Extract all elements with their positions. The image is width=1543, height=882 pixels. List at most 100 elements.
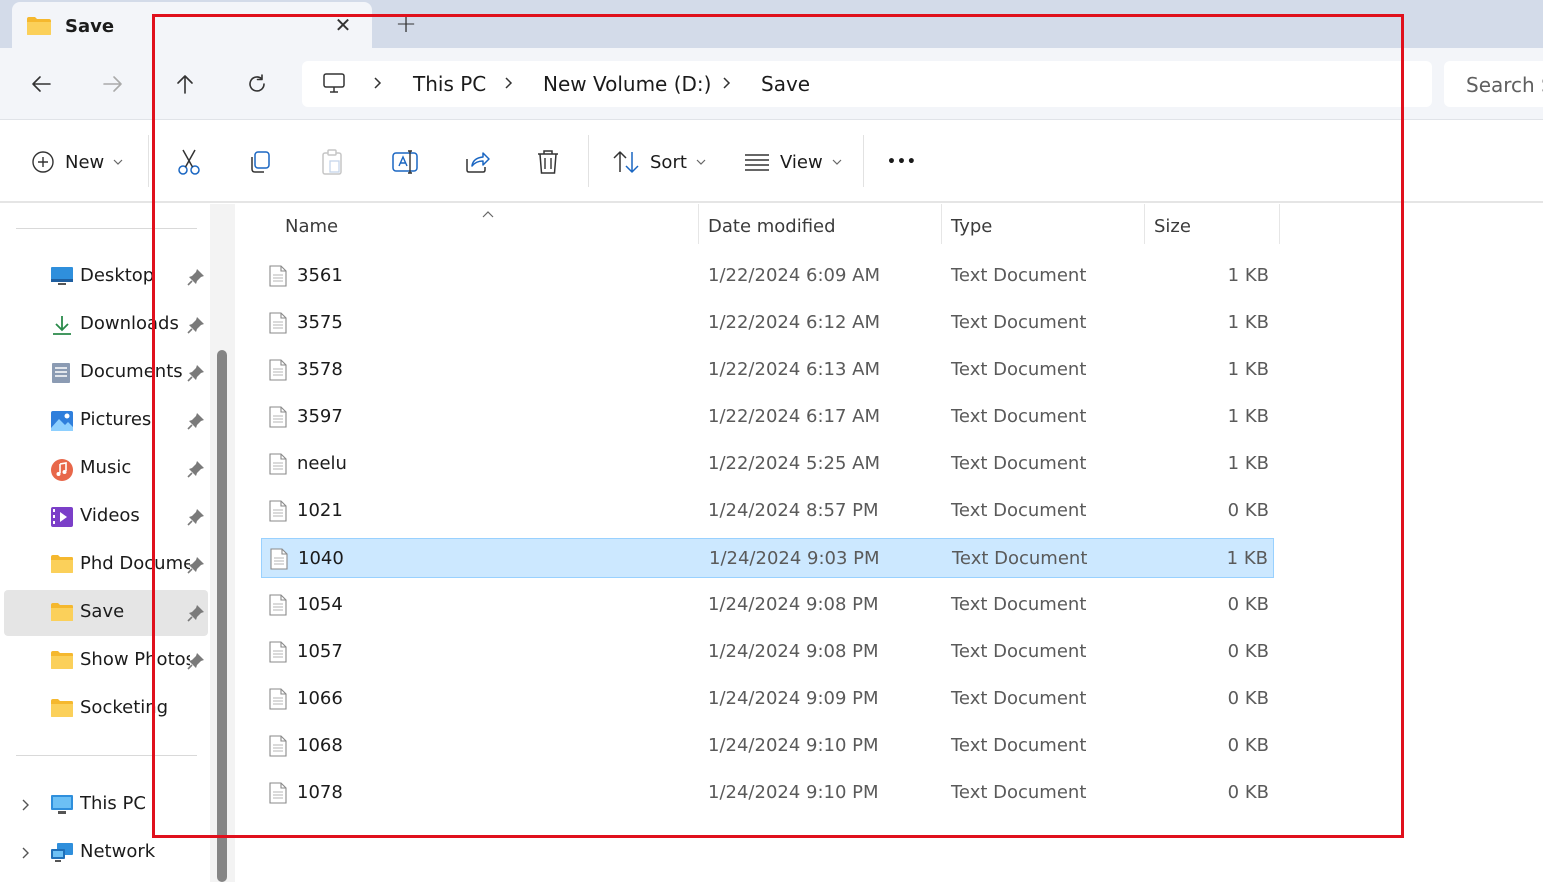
- file-row[interactable]: 1040 1/24/2024 9:03 PM Text Document 1 KB: [261, 538, 1274, 578]
- file-row[interactable]: 1066 1/24/2024 9:09 PM Text Document 0 KB: [261, 679, 1274, 719]
- column-divider[interactable]: [1279, 204, 1280, 244]
- file-date-modified: 1/24/2024 9:10 PM: [708, 735, 879, 756]
- file-type: Text Document: [951, 641, 1087, 662]
- file-row[interactable]: 1057 1/24/2024 9:08 PM Text Document 0 KB: [261, 632, 1274, 672]
- sidebar-item-videos[interactable]: Videos: [4, 494, 208, 540]
- file-row[interactable]: 3578 1/22/2024 6:13 AM Text Document 1 KB: [261, 350, 1274, 390]
- chevron-right-icon[interactable]: [372, 73, 388, 93]
- up-button[interactable]: [169, 68, 201, 100]
- column-header-size[interactable]: Size: [1154, 216, 1191, 237]
- copy-icon: [251, 151, 270, 173]
- file-size: 1 KB: [1227, 265, 1269, 286]
- text-file-icon: [269, 735, 287, 757]
- pin-icon[interactable]: [187, 364, 205, 382]
- sidebar-item-documents[interactable]: Documents: [4, 350, 208, 396]
- tab-save[interactable]: Save ✕: [12, 2, 372, 48]
- sidebar-item-this-pc[interactable]: This PC: [4, 782, 208, 828]
- pin-icon[interactable]: [187, 508, 205, 526]
- file-row[interactable]: 1054 1/24/2024 9:08 PM Text Document 0 KB: [261, 585, 1274, 625]
- navigation-bar: This PC New Volume (D:) Save Search S: [0, 48, 1543, 120]
- pin-icon[interactable]: [187, 652, 205, 670]
- more-options-button[interactable]: •••: [887, 145, 917, 179]
- new-tab-button[interactable]: +: [392, 9, 420, 39]
- forward-button[interactable]: [97, 68, 129, 100]
- sidebar-item-desktop[interactable]: Desktop: [4, 254, 208, 300]
- breadcrumb-save[interactable]: Save: [761, 72, 810, 96]
- share-icon: [466, 152, 490, 173]
- sidebar-divider: [16, 228, 197, 229]
- sidebar-item-show-photos[interactable]: Show Photos: [4, 638, 208, 684]
- cut-button[interactable]: [176, 145, 202, 179]
- refresh-button[interactable]: [241, 68, 273, 100]
- sidebar-item-downloads[interactable]: Downloads: [4, 302, 208, 348]
- file-date-modified: 1/22/2024 6:12 AM: [708, 312, 881, 333]
- sidebar-item-socketing[interactable]: Socketing: [4, 686, 208, 732]
- breadcrumb-this-pc[interactable]: This PC: [413, 72, 486, 96]
- folder-icon: [50, 698, 74, 720]
- search-input[interactable]: Search S: [1444, 61, 1543, 107]
- column-header-date-modified[interactable]: Date modified: [708, 216, 836, 237]
- sidebar-item-music[interactable]: Music: [4, 446, 208, 492]
- chevron-right-icon[interactable]: [503, 73, 519, 93]
- text-file-icon: [269, 265, 287, 287]
- computer-icon[interactable]: [322, 72, 346, 98]
- sidebar-item-label: This PC: [80, 793, 146, 814]
- file-type: Text Document: [952, 548, 1088, 569]
- back-button[interactable]: [25, 68, 57, 100]
- downloads-icon: [50, 314, 74, 336]
- command-bar: New Sort View •••: [0, 121, 1543, 203]
- file-size: 0 KB: [1227, 641, 1269, 662]
- sidebar-item-phd-documents[interactable]: Phd Docume: [4, 542, 208, 588]
- delete-button[interactable]: [535, 145, 561, 179]
- sidebar-scrollbar-thumb[interactable]: [217, 350, 227, 882]
- column-header-name[interactable]: Name: [285, 216, 338, 237]
- file-row[interactable]: 1068 1/24/2024 9:10 PM Text Document 0 KB: [261, 726, 1274, 766]
- pin-icon[interactable]: [187, 460, 205, 478]
- file-date-modified: 1/22/2024 5:25 AM: [708, 453, 881, 474]
- file-name: 1078: [297, 782, 343, 803]
- pin-icon[interactable]: [187, 268, 205, 286]
- sidebar-item-save[interactable]: Save: [4, 590, 208, 636]
- rename-button[interactable]: [391, 145, 419, 179]
- column-divider[interactable]: [1144, 204, 1145, 244]
- file-size: 0 KB: [1227, 782, 1269, 803]
- sidebar-item-pictures[interactable]: Pictures: [4, 398, 208, 444]
- toolbar-divider: [588, 135, 589, 187]
- chevron-right-icon[interactable]: [20, 845, 32, 861]
- file-type: Text Document: [951, 312, 1087, 333]
- close-tab-button[interactable]: ✕: [330, 12, 356, 38]
- text-file-icon: [269, 782, 287, 804]
- sidebar-item-network[interactable]: Network: [4, 830, 208, 876]
- file-type: Text Document: [951, 500, 1087, 521]
- column-divider[interactable]: [698, 204, 699, 244]
- file-date-modified: 1/24/2024 9:10 PM: [708, 782, 879, 803]
- column-header-type[interactable]: Type: [951, 216, 992, 237]
- file-date-modified: 1/24/2024 8:57 PM: [708, 500, 879, 521]
- copy-button[interactable]: [247, 145, 273, 179]
- file-name: 3597: [297, 406, 343, 427]
- paste-button[interactable]: [319, 145, 345, 179]
- file-row[interactable]: 1078 1/24/2024 9:10 PM Text Document 0 KB: [261, 773, 1274, 813]
- breadcrumb-new-volume[interactable]: New Volume (D:): [543, 72, 711, 96]
- chevron-right-icon[interactable]: [721, 73, 737, 93]
- trash-icon: [538, 150, 558, 174]
- view-button[interactable]: View: [744, 145, 842, 179]
- file-row[interactable]: 1021 1/24/2024 8:57 PM Text Document 0 KB: [261, 491, 1274, 531]
- file-row[interactable]: 3561 1/22/2024 6:09 AM Text Document 1 KB: [261, 256, 1274, 296]
- pin-icon[interactable]: [187, 556, 205, 574]
- toolbar-divider: [148, 135, 149, 187]
- sort-button[interactable]: Sort: [612, 145, 706, 179]
- pin-icon[interactable]: [187, 316, 205, 334]
- chevron-down-icon: [113, 159, 123, 165]
- column-divider[interactable]: [941, 204, 942, 244]
- new-button[interactable]: New: [31, 145, 123, 179]
- chevron-right-icon[interactable]: [20, 797, 32, 813]
- pin-icon[interactable]: [187, 604, 205, 622]
- sort-label: Sort: [650, 151, 687, 173]
- file-row[interactable]: 3597 1/22/2024 6:17 AM Text Document 1 KB: [261, 397, 1274, 437]
- share-button[interactable]: [463, 145, 491, 179]
- pin-icon[interactable]: [187, 412, 205, 430]
- file-row[interactable]: neelu 1/22/2024 5:25 AM Text Document 1 KB: [261, 444, 1274, 484]
- file-row[interactable]: 3575 1/22/2024 6:12 AM Text Document 1 KB: [261, 303, 1274, 343]
- address-bar[interactable]: This PC New Volume (D:) Save: [302, 61, 1432, 107]
